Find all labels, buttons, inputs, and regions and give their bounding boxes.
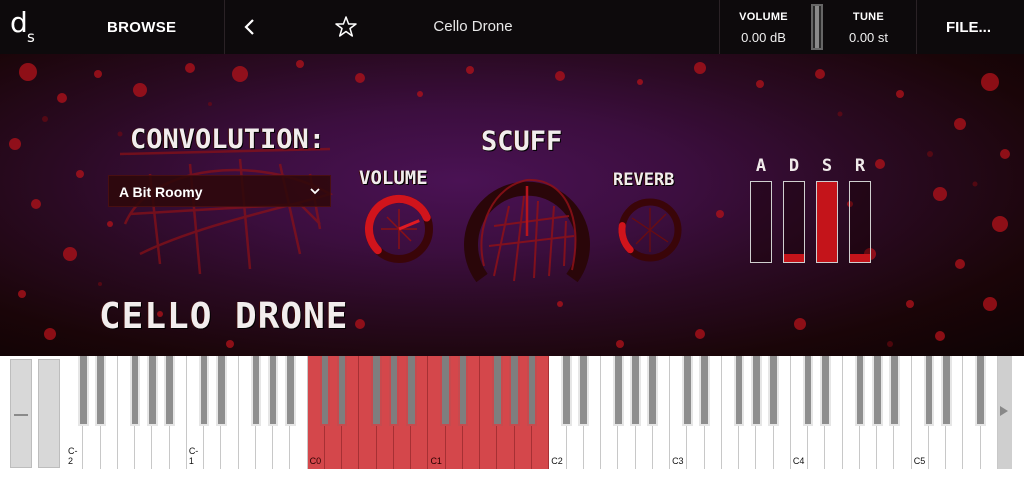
black-key[interactable]: [699, 356, 710, 426]
volume-value: 0.00 dB: [741, 30, 786, 45]
chevron-left-icon[interactable]: [238, 12, 262, 42]
black-key[interactable]: [215, 356, 227, 426]
black-key[interactable]: [371, 356, 382, 426]
reverb-knob-label: REVERB: [613, 170, 675, 190]
black-key[interactable]: [509, 356, 521, 426]
black-key[interactable]: [681, 356, 693, 426]
black-key[interactable]: [768, 356, 779, 426]
black-key[interactable]: [889, 356, 900, 426]
black-key[interactable]: [457, 356, 469, 426]
black-key[interactable]: [940, 356, 952, 426]
keyboard-area: C-2 C-1 C0 C1 C2 C3 C4 C5: [0, 356, 1024, 479]
black-key[interactable]: [267, 356, 279, 426]
black-key[interactable]: [405, 356, 417, 426]
preset-name: Cello Drone: [433, 18, 513, 35]
black-key[interactable]: [871, 356, 883, 426]
file-menu-button[interactable]: FILE...: [946, 19, 991, 36]
top-divider: [916, 0, 917, 54]
logo-letter-s: s: [27, 28, 35, 46]
app-logo: d s: [10, 6, 35, 47]
black-key[interactable]: [164, 356, 175, 426]
volume-knob-label: VOLUME: [359, 167, 428, 189]
keyboard-right-margin: [1012, 356, 1024, 479]
black-key[interactable]: [492, 356, 503, 426]
black-key[interactable]: [440, 356, 452, 426]
black-key[interactable]: [647, 356, 659, 426]
black-key[interactable]: [630, 356, 641, 426]
black-key[interactable]: [129, 356, 141, 426]
tune-value: 0.00 st: [848, 30, 889, 45]
black-key[interactable]: [285, 356, 296, 426]
black-key[interactable]: [975, 356, 987, 426]
black-key[interactable]: [820, 356, 831, 426]
volume-knob-pointer: [398, 219, 420, 231]
black-key[interactable]: [95, 356, 106, 426]
adsr-label-s: S: [821, 156, 833, 176]
reverb-knob[interactable]: [612, 194, 688, 266]
adsr-label-a: A: [755, 156, 767, 176]
black-key[interactable]: [578, 356, 590, 426]
scuff-knob[interactable]: [454, 166, 600, 296]
pitch-wheel[interactable]: [10, 359, 32, 468]
scuff-title: SCUFF: [481, 126, 563, 157]
tune-label: TUNE: [852, 11, 885, 23]
keyboard-bottom-margin: [0, 469, 1024, 479]
arrow-right-icon: [1000, 406, 1008, 416]
browse-button[interactable]: BROWSE: [107, 19, 176, 36]
master-level-thumb[interactable]: [815, 6, 819, 48]
black-key[interactable]: [854, 356, 866, 426]
black-key[interactable]: [77, 356, 89, 426]
black-key[interactable]: [146, 356, 158, 426]
pitch-wheel-center-mark: [14, 414, 28, 416]
chevron-down-icon: [310, 188, 320, 195]
top-bar: d s BROWSE Cello Drone VOLUME 0.00 dB TU…: [0, 0, 1024, 54]
top-divider: [224, 0, 225, 54]
black-key[interactable]: [250, 356, 262, 426]
black-key[interactable]: [802, 356, 814, 426]
octave-label: C1: [430, 456, 442, 466]
octave-label: C4: [792, 456, 805, 466]
black-key[interactable]: [561, 356, 572, 426]
octave-label: C-2: [68, 446, 78, 466]
black-key[interactable]: [733, 356, 745, 426]
black-key[interactable]: [612, 356, 624, 426]
reverb-knob-arc: [618, 222, 634, 254]
octave-label: C3: [672, 456, 684, 466]
adsr-slider-d[interactable]: [783, 181, 805, 263]
adsr-slider-fill: [817, 182, 837, 262]
volume-label: VOLUME: [739, 11, 788, 23]
black-key[interactable]: [319, 356, 331, 426]
octave-label: C-1: [188, 446, 199, 466]
logo-letter-d: d: [10, 6, 28, 39]
star-icon[interactable]: [334, 14, 358, 40]
volume-knob[interactable]: [359, 191, 439, 267]
adsr-slider-fill: [784, 254, 804, 262]
octave-label: C5: [913, 456, 926, 466]
master-volume-readout[interactable]: VOLUME 0.00 dB: [716, 0, 811, 54]
black-key[interactable]: [526, 356, 538, 426]
tune-readout[interactable]: TUNE 0.00 st: [821, 0, 916, 54]
instrument-title: CELLO DRONE: [99, 296, 349, 337]
adsr-slider-r[interactable]: [849, 181, 871, 263]
adsr-slider-a[interactable]: [750, 181, 772, 263]
convolution-select[interactable]: A Bit Roomy: [108, 175, 331, 207]
convolution-title: CONVOLUTION:: [130, 124, 326, 155]
black-key[interactable]: [751, 356, 762, 426]
adsr-label-r: R: [854, 156, 866, 176]
convolution-selected-value: A Bit Roomy: [119, 184, 203, 200]
black-key[interactable]: [198, 356, 210, 426]
instrument-panel: CONVOLUTION: A Bit Roomy SCUFF VOLUME RE…: [0, 54, 1024, 356]
black-key[interactable]: [923, 356, 935, 426]
adsr-label-d: D: [788, 156, 800, 176]
octave-label: C0: [309, 456, 322, 466]
mod-wheel[interactable]: [38, 359, 60, 468]
piano-keyboard: C-2 C-1 C0 C1 C2 C3 C4 C5: [66, 356, 998, 469]
black-key[interactable]: [388, 356, 400, 426]
black-key[interactable]: [336, 356, 348, 426]
keyboard-scroll-right[interactable]: [998, 356, 1012, 469]
volume-knob-arc: [365, 194, 431, 255]
adsr-slider-fill: [850, 254, 870, 262]
adsr-slider-s[interactable]: [816, 181, 838, 263]
octave-label: C2: [551, 456, 563, 466]
